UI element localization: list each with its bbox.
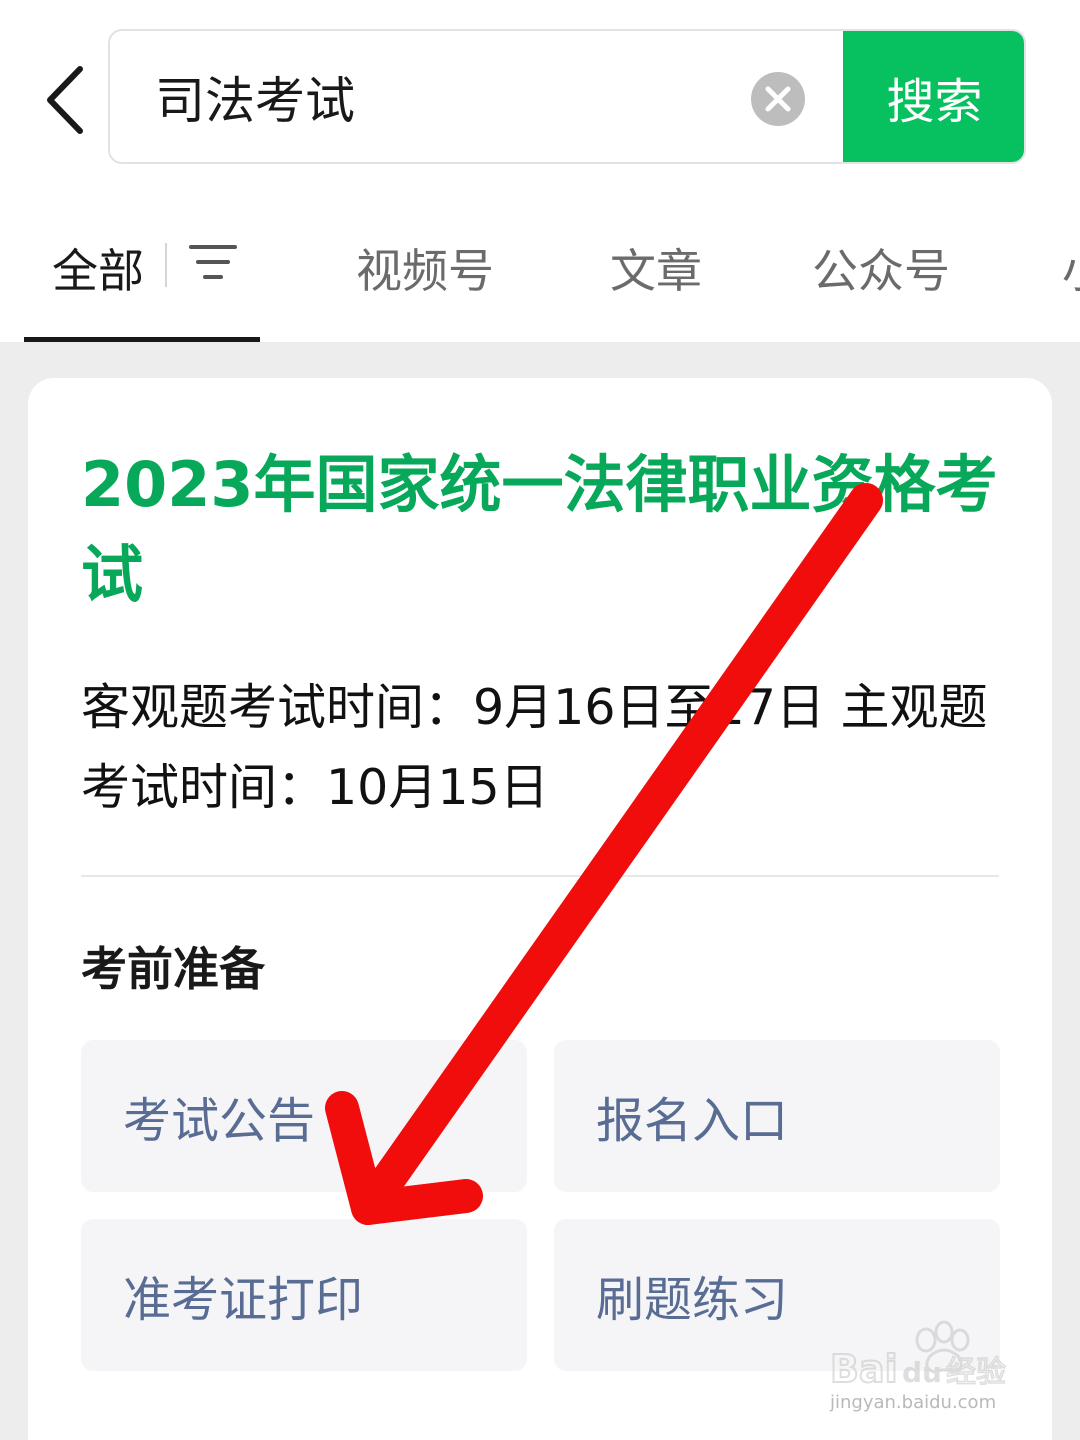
card-divider <box>81 875 999 877</box>
tab-separator <box>165 243 167 287</box>
tab-channels[interactable]: 视频号 <box>356 233 494 303</box>
svg-text:经验: 经验 <box>946 1355 1006 1390</box>
filter-icon <box>189 245 237 279</box>
registration-button[interactable]: 报名入口 <box>554 1040 1000 1192</box>
tab-official-accounts[interactable]: 公众号 <box>812 233 950 303</box>
watermark-domain: jingyan.baidu.com <box>830 1392 997 1413</box>
card-title[interactable]: 2023年国家统一法律职业资格考试 <box>81 440 1011 620</box>
watermark-text: Bai <box>830 1347 898 1391</box>
admission-ticket-print-button[interactable]: 准考证打印 <box>81 1219 527 1371</box>
tab-bar: 全部 视频号 文章 公众号 小 <box>0 195 1080 345</box>
search-box: 搜索 <box>108 29 1026 164</box>
exam-info-card: 2023年国家统一法律职业资格考试 客观题考试时间：9月16日至17日 主观题考… <box>28 378 1052 1440</box>
results-content: 2023年国家统一法律职业资格考试 客观题考试时间：9月16日至17日 主观题考… <box>0 345 1080 1440</box>
search-input[interactable] <box>155 31 715 162</box>
next-section-title: 考后查询 <box>81 1430 265 1440</box>
clear-button[interactable] <box>750 71 806 127</box>
exam-notice-button[interactable]: 考试公告 <box>81 1040 527 1192</box>
clear-icon <box>751 72 805 126</box>
chevron-left-icon <box>47 66 83 134</box>
filter-button[interactable] <box>188 241 238 285</box>
tab-all[interactable]: 全部 <box>52 233 144 303</box>
exam-schedule-text: 客观题考试时间：9月16日至17日 主观题考试时间：10月15日 <box>81 679 988 816</box>
search-results-page: 搜索 全部 视频号 文章 公众号 小 2023年国家统一法律职业资格考试 客观题… <box>0 0 1080 1440</box>
search-header: 搜索 <box>0 0 1080 195</box>
svg-text:du: du <box>902 1356 942 1389</box>
search-button[interactable]: 搜索 <box>843 31 1024 162</box>
back-button[interactable] <box>34 55 104 145</box>
tab-mini-programs[interactable]: 小 <box>1062 233 1080 303</box>
tab-articles[interactable]: 文章 <box>610 233 702 303</box>
section-title: 考前准备 <box>81 942 265 996</box>
